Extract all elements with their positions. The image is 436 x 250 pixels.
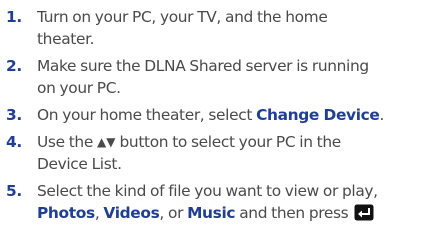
step-text-part: , or (159, 204, 188, 222)
step-number: 4. (6, 133, 22, 151)
step-text-part: Select the kind of file you want to view… (37, 182, 378, 200)
step-3: 3. On your home theater, select Change D… (6, 104, 434, 126)
step-number: 5. (6, 182, 22, 200)
step-text: On your home theater, select Change Devi… (37, 104, 434, 126)
step-text: Turn on your PC, your TV, and the home t… (37, 8, 328, 48)
step-text-part: On your home theater, select (37, 106, 257, 124)
step-1: 1. Turn on your PC, your TV, and the hom… (6, 6, 434, 50)
step-text: Make sure the DLNA Shared server is runn… (37, 57, 369, 97)
up-down-arrows-icon: ▲▼ (97, 135, 116, 149)
music-keyword: Music (187, 204, 236, 222)
step-text: Use the ▲▼ button to select your PC in t… (37, 131, 434, 175)
step-number: 1. (6, 8, 22, 26)
step-text-part: . (379, 106, 385, 124)
step-text-part: and then press (235, 204, 353, 222)
instruction-list: 1. Turn on your PC, your TV, and the hom… (6, 6, 434, 229)
step-number: 2. (6, 57, 22, 75)
step-2: 2. Make sure the DLNA Shared server is r… (6, 55, 434, 99)
change-device-keyword: Change Device (256, 106, 380, 124)
step-4: 4. Use the ▲▼ button to select your PC i… (6, 131, 434, 175)
step-text-part: Use the (37, 133, 97, 151)
step-5: 5. Select the kind of file you want to v… (6, 180, 434, 224)
videos-keyword: Videos (103, 204, 160, 222)
enter-button-icon (354, 204, 374, 221)
step-number: 3. (6, 106, 22, 124)
photos-keyword: Photos (37, 204, 95, 222)
step-text: Select the kind of file you want to view… (37, 180, 434, 224)
